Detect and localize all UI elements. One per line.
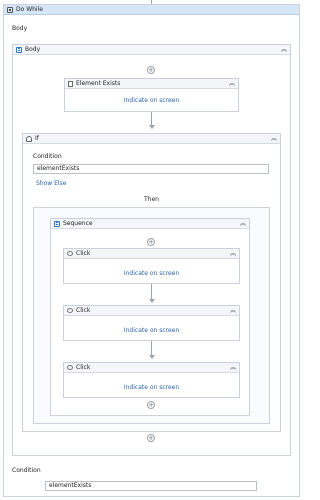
sequence-title: Sequence bbox=[63, 220, 93, 227]
if-header[interactable]: If ︽ bbox=[23, 134, 280, 144]
click-title: Click bbox=[76, 250, 91, 257]
indicate-on-screen-link[interactable]: Indicate on screen bbox=[63, 384, 240, 391]
click-icon bbox=[67, 251, 73, 256]
click-activity[interactable]: Click ︽ bbox=[63, 305, 240, 341]
click-icon bbox=[67, 308, 73, 313]
collapse-icon[interactable]: ︽ bbox=[230, 306, 236, 316]
body-sequence-title: Body bbox=[25, 46, 41, 53]
add-activity-button[interactable]: + bbox=[147, 238, 155, 246]
if-icon bbox=[26, 135, 32, 142]
collapse-icon[interactable]: ︽ bbox=[271, 134, 277, 144]
element-exists-title: Element Exists bbox=[76, 80, 121, 87]
connector-arrow bbox=[149, 355, 155, 359]
click-title: Click bbox=[76, 364, 91, 371]
click-activity[interactable]: Click ︽ bbox=[63, 362, 240, 398]
if-condition-label: Condition bbox=[33, 153, 62, 160]
then-label: Then bbox=[144, 196, 159, 203]
do-while-title: Do While bbox=[16, 6, 43, 13]
sequence-header[interactable]: Sequence ︽ bbox=[51, 219, 249, 229]
do-while-condition-label: Condition bbox=[12, 467, 41, 474]
collapse-icon[interactable]: ︽ bbox=[229, 79, 235, 89]
do-while-condition-field[interactable]: elementExists bbox=[45, 481, 257, 491]
click-header[interactable]: Click ︽ bbox=[64, 306, 239, 316]
element-exists-icon bbox=[68, 80, 73, 87]
do-while-icon bbox=[7, 6, 13, 13]
indicate-on-screen-link[interactable]: Indicate on screen bbox=[63, 327, 240, 334]
collapse-icon[interactable]: ︽ bbox=[230, 249, 236, 259]
do-while-header[interactable]: Do While bbox=[4, 5, 299, 15]
click-activity[interactable]: Click ︽ bbox=[63, 248, 240, 284]
add-activity-button[interactable]: + bbox=[147, 401, 155, 409]
connector-arrow bbox=[149, 299, 155, 303]
if-title: If bbox=[35, 135, 39, 142]
add-activity-button[interactable]: + bbox=[147, 66, 155, 74]
connector-arrow bbox=[149, 125, 155, 129]
connector-line bbox=[151, 341, 152, 355]
element-exists-header[interactable]: Element Exists ︽ bbox=[65, 79, 238, 89]
click-title: Click bbox=[76, 307, 91, 314]
click-icon bbox=[67, 365, 73, 370]
indicate-on-screen-link[interactable]: Indicate on screen bbox=[64, 97, 239, 104]
collapse-icon[interactable]: ︽ bbox=[281, 45, 287, 55]
sequence-icon bbox=[54, 220, 60, 227]
connector-line bbox=[151, 112, 152, 125]
indicate-on-screen-link[interactable]: Indicate on screen bbox=[63, 270, 240, 277]
if-condition-field[interactable]: elementExists bbox=[33, 164, 269, 174]
show-else-link[interactable]: Show Else bbox=[36, 180, 66, 187]
sequence-icon bbox=[16, 46, 22, 53]
do-while-body-label: Body bbox=[12, 25, 28, 32]
connector-line bbox=[151, 284, 152, 299]
element-exists-activity[interactable]: Element Exists ︽ bbox=[64, 78, 239, 112]
body-sequence-header[interactable]: Body ︽ bbox=[13, 45, 290, 55]
collapse-icon[interactable]: ︽ bbox=[230, 363, 236, 373]
click-header[interactable]: Click ︽ bbox=[64, 249, 239, 259]
click-header[interactable]: Click ︽ bbox=[64, 363, 239, 373]
add-activity-button[interactable]: + bbox=[147, 434, 155, 442]
collapse-icon[interactable]: ︽ bbox=[240, 219, 246, 229]
